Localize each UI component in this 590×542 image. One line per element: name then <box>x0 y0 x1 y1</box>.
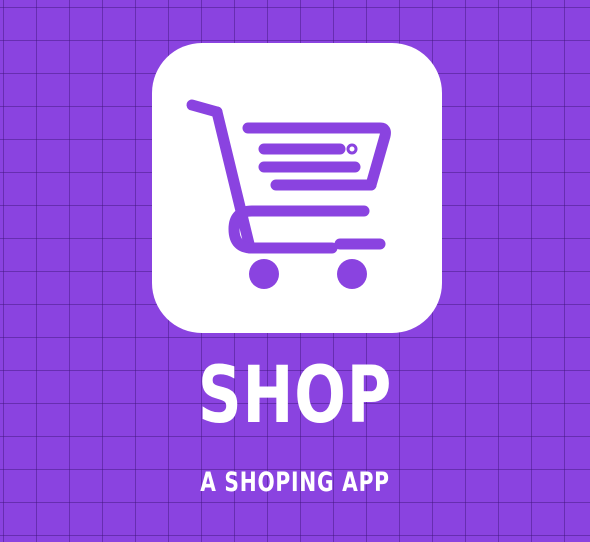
app-tagline: A SHOPING APP <box>200 467 390 498</box>
shopping-cart-icon <box>186 99 391 289</box>
cart-basket-dot <box>346 143 358 155</box>
cart-wheel-right <box>337 259 367 289</box>
app-icon-tile <box>152 43 442 333</box>
cart-basket-top <box>242 122 391 191</box>
cart-wheel-left <box>249 259 279 289</box>
app-title: SHOP <box>197 351 393 441</box>
